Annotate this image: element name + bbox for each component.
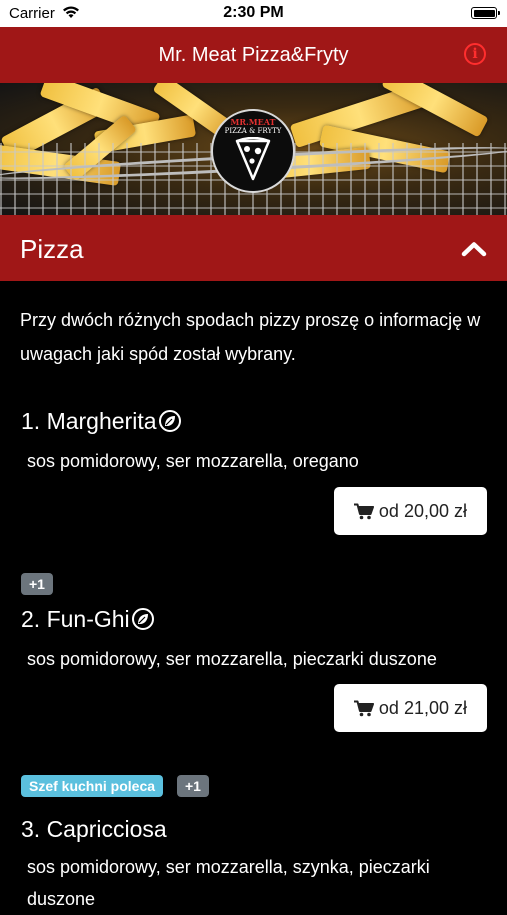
- battery-icon: [471, 7, 500, 19]
- menu-item-description: sos pomidorowy, ser mozzarella, pieczark…: [27, 649, 437, 669]
- variant-count-badge: +1: [177, 775, 209, 797]
- restaurant-logo: MR.MEAT PIZZA & FRYTY: [211, 109, 295, 193]
- pizza-slice-icon: [235, 137, 271, 181]
- menu-item-title[interactable]: 1. Margherita: [21, 408, 181, 435]
- info-icon[interactable]: i: [464, 43, 486, 65]
- menu-item-title[interactable]: 3. Capricciosa: [21, 816, 167, 843]
- cart-icon: [353, 700, 374, 716]
- chef-recommends-badge: Szef kuchni poleca: [21, 775, 164, 797]
- category-title: Pizza: [20, 234, 84, 264]
- clock: 2:30 PM: [223, 4, 284, 21]
- status-bar: Carrier 2:30 PM: [0, 0, 507, 27]
- nav-bar: Mr. Meat Pizza&Fryty i: [0, 27, 507, 83]
- menu-item-description: sos pomidorowy, ser mozzarella, oregano: [27, 451, 359, 471]
- variant-count-badge: +1: [21, 573, 53, 595]
- menu-item-title[interactable]: 2. Fun-Ghi: [21, 606, 154, 633]
- category-header-pizza[interactable]: Pizza: [0, 215, 507, 281]
- category-notice: Przy dwóch różnych spodach pizzy proszę …: [20, 310, 481, 364]
- vegetarian-leaf-icon: [131, 607, 154, 630]
- add-to-cart-button[interactable]: od 20,00 zł: [333, 487, 487, 535]
- vegetarian-leaf-icon: [158, 409, 181, 432]
- price-label: od 21,00 zł: [378, 697, 467, 718]
- price-label: od 20,00 zł: [378, 500, 467, 521]
- cart-icon: [353, 503, 374, 519]
- chevron-up-icon[interactable]: [461, 241, 487, 257]
- add-to-cart-button[interactable]: od 21,00 zł: [333, 684, 487, 732]
- menu-item-description: sos pomidorowy, ser mozzarella, szynka, …: [27, 857, 430, 909]
- app-title: Mr. Meat Pizza&Fryty: [158, 44, 349, 66]
